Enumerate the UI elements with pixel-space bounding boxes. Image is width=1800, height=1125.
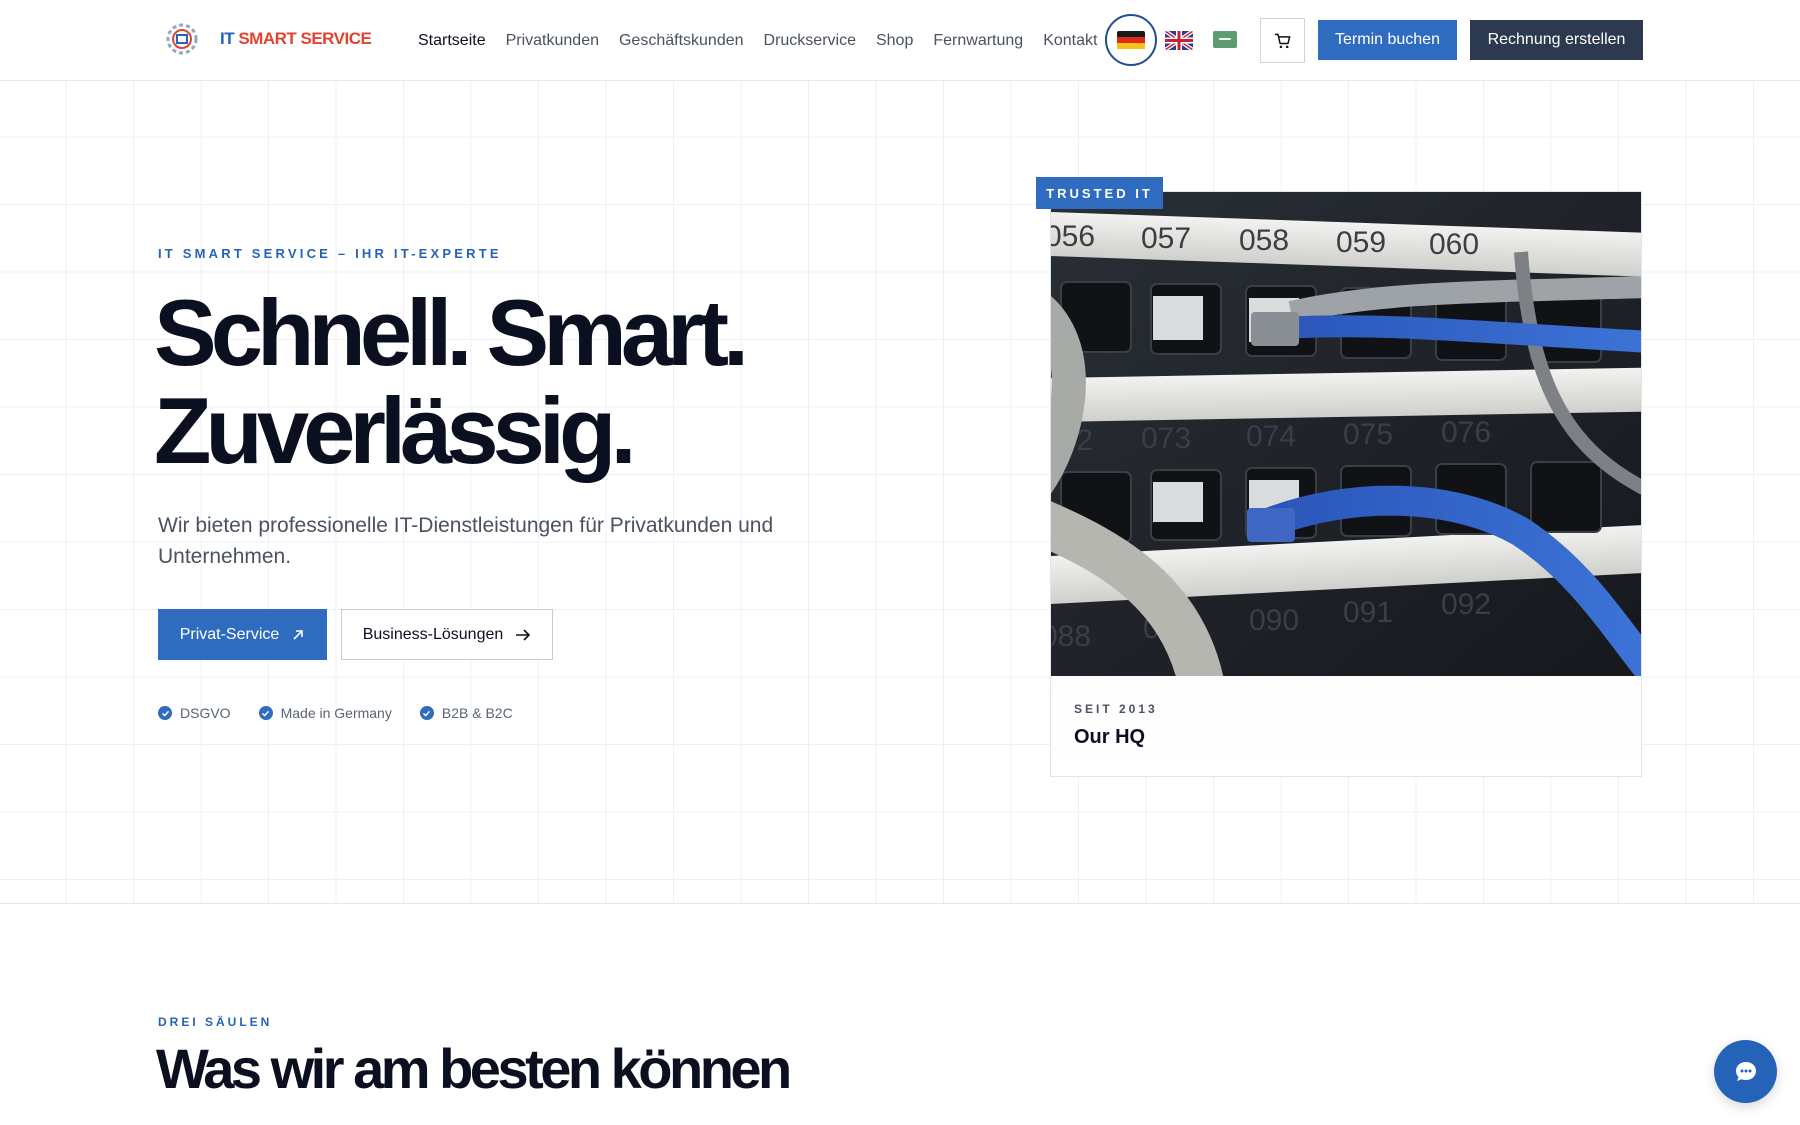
- trusted-it-tag: TRUSTED IT: [1036, 177, 1163, 209]
- port-label: 073: [1141, 422, 1191, 455]
- business-loesungen-label: Business-Lösungen: [362, 625, 504, 643]
- privat-service-button[interactable]: Privat-Service: [158, 609, 327, 660]
- port-label: 059: [1336, 226, 1386, 259]
- nav-item-druckservice[interactable]: Druckservice: [764, 32, 856, 50]
- site-header: IT SMART SERVICE Startseite Privatkunden…: [0, 0, 1800, 81]
- port-label: 056: [1051, 220, 1095, 253]
- badge-made-in-germany: Made in Germany: [258, 705, 392, 721]
- logo-gear-icon: [166, 23, 198, 55]
- uk-flag-icon[interactable]: [1165, 31, 1193, 50]
- port-label: 060: [1429, 228, 1479, 261]
- port-label: 058: [1239, 224, 1289, 257]
- section-title: Was wir am besten können: [156, 1037, 792, 1100]
- port-label: 090: [1249, 604, 1299, 637]
- arrow-up-right-icon: [293, 629, 304, 640]
- patch-panel-illustration: 056 057 058 059 060 072 073 074 075 076 …: [1051, 192, 1641, 676]
- port-label: 088: [1051, 620, 1091, 653]
- language-de-button[interactable]: [1105, 14, 1157, 66]
- port-label: 074: [1246, 420, 1296, 453]
- card-title: Our HQ: [1074, 726, 1146, 748]
- business-loesungen-button[interactable]: Business-Lösungen: [341, 609, 553, 660]
- nav-item-fernwartung[interactable]: Fernwartung: [933, 32, 1023, 50]
- de-flag-icon: [1117, 30, 1145, 50]
- section-eyebrow: DREI SÄULEN: [158, 1015, 273, 1029]
- badge-label: B2B & B2C: [441, 705, 513, 721]
- brand-logo[interactable]: IT SMART SERVICE: [164, 20, 372, 58]
- sa-flag-icon[interactable]: [1213, 31, 1237, 48]
- brand-name-it: IT: [220, 29, 235, 48]
- nav-item-shop[interactable]: Shop: [876, 32, 913, 50]
- hq-card: 056 057 058 059 060 072 073 074 075 076 …: [1050, 191, 1642, 777]
- chat-bubble-icon: [1735, 1061, 1756, 1081]
- port-label: 075: [1343, 418, 1393, 451]
- badge-label: Made in Germany: [280, 705, 392, 721]
- brand-name: IT SMART SERVICE: [220, 29, 372, 49]
- check-icon: [258, 706, 273, 720]
- badge-dsgvo: DSGVO: [158, 705, 231, 721]
- hero-headline: Schnell. Smart. Zuverlässig.: [154, 280, 749, 483]
- hero-eyebrow: IT SMART SERVICE – IHR IT-EXPERTE: [158, 246, 502, 261]
- brand-name-rest: SMART SERVICE: [234, 29, 372, 48]
- nav-item-privatkunden[interactable]: Privatkunden: [506, 32, 599, 50]
- termin-buchen-button[interactable]: Termin buchen: [1318, 20, 1457, 60]
- port-label: 057: [1141, 222, 1191, 255]
- card-eyebrow: SEIT 2013: [1074, 702, 1158, 716]
- check-icon: [158, 706, 172, 720]
- cart-icon: [1274, 33, 1290, 48]
- badge-b2b-b2c: B2B & B2C: [419, 705, 513, 721]
- patch-panel-photo: 056 057 058 059 060 072 073 074 075 076 …: [1051, 192, 1641, 676]
- port-label: 076: [1441, 416, 1491, 449]
- check-icon: [419, 706, 434, 720]
- nav-item-geschaeftskunden[interactable]: Geschäftskunden: [619, 32, 744, 50]
- hero-subtext: Wir bieten professionelle IT-Dienstleist…: [158, 514, 774, 568]
- port-label: 092: [1441, 588, 1491, 621]
- badge-label: DSGVO: [180, 705, 231, 721]
- port-label: 091: [1343, 596, 1393, 629]
- nav-item-kontakt[interactable]: Kontakt: [1043, 32, 1097, 50]
- nav-item-startseite[interactable]: Startseite: [418, 32, 486, 50]
- hero-headline-line2: Zuverlässig.: [154, 378, 637, 483]
- privat-service-label: Privat-Service: [179, 625, 280, 643]
- rechnung-erstellen-button[interactable]: Rechnung erstellen: [1470, 20, 1643, 60]
- main-nav: Startseite Privatkunden Geschäftskunden …: [418, 0, 1117, 81]
- arrow-right-icon: [516, 628, 531, 641]
- chat-button[interactable]: [1714, 1040, 1777, 1103]
- hero-headline-line1: Schnell. Smart.: [154, 280, 749, 385]
- trust-badges: DSGVO Made in Germany B2B & B2C: [158, 705, 541, 721]
- cart-button[interactable]: [1260, 18, 1305, 63]
